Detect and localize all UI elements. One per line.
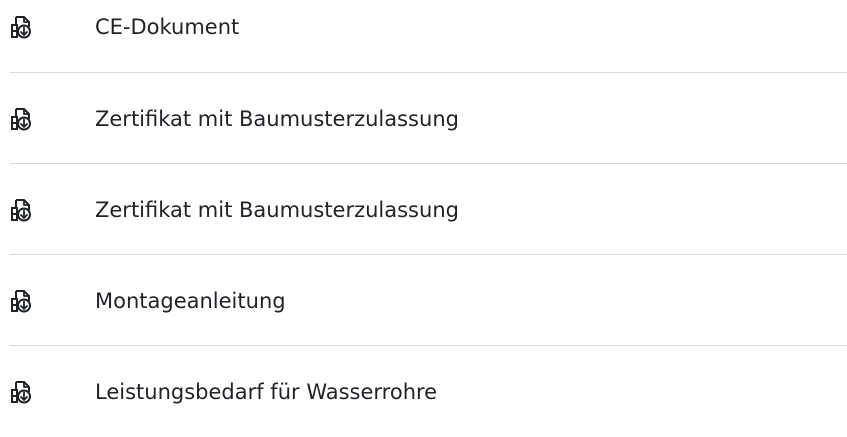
file-download-icon (11, 289, 31, 312)
document-item-montageanleitung[interactable]: Montageanleitung (0, 255, 847, 346)
file-download-icon (11, 107, 31, 130)
document-item-leistungsbedarf[interactable]: Leistungsbedarf für Wasserrohre (0, 346, 847, 437)
document-label: CE-Dokument (95, 14, 240, 39)
file-download-icon (11, 380, 31, 403)
document-label: Zertifikat mit Baumusterzulassung (95, 106, 459, 131)
document-item-zertifikat-2[interactable]: Zertifikat mit Baumusterzulassung (0, 164, 847, 255)
document-item-zertifikat-1[interactable]: Zertifikat mit Baumusterzulassung (0, 73, 847, 164)
document-label: Zertifikat mit Baumusterzulassung (95, 197, 459, 222)
file-download-icon (11, 198, 31, 221)
document-label: Leistungsbedarf für Wasserrohre (95, 379, 438, 404)
document-download-list: CE-Dokument Zertifikat mit Baumusterzula… (0, 0, 847, 428)
document-label: Montageanleitung (95, 288, 286, 313)
file-download-icon (11, 15, 31, 38)
document-item-ce-dokument[interactable]: CE-Dokument (0, 0, 847, 72)
